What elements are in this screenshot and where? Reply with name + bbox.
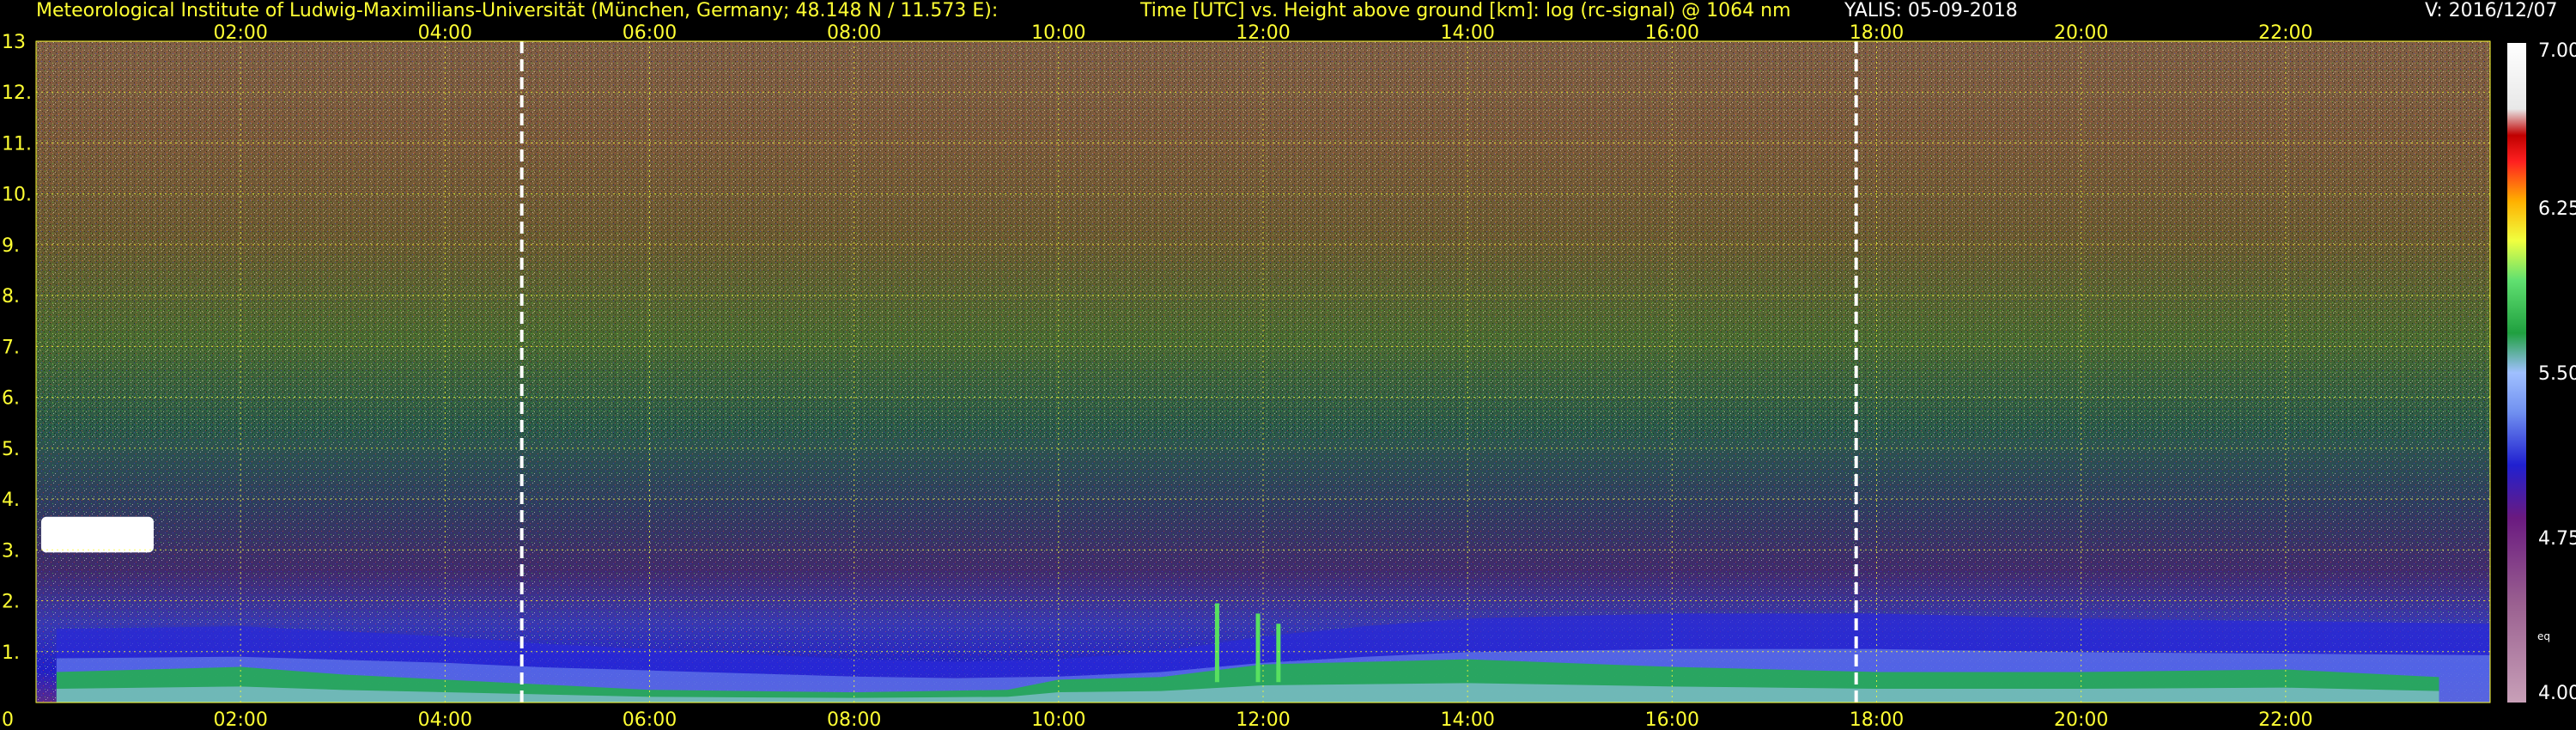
lidar-quicklook-chart: 02:00 02:00 04:00 04:00 06:00 06:00 08:00 08:00… bbox=[2, 22, 2576, 730]
y-tick-label: 2. bbox=[2, 592, 20, 613]
x-tick-label-bottom: 14:00 bbox=[1440, 709, 1494, 730]
colorbar-label: 4.00 bbox=[2538, 683, 2576, 704]
x-tick-label-top: 08:00 bbox=[827, 22, 881, 44]
software-version: V: 2016/12/07 bbox=[2425, 0, 2558, 21]
y-tick-label: 7. bbox=[2, 337, 20, 358]
y-tick-label: 8. bbox=[2, 286, 20, 307]
x-tick-label-top: 10:00 bbox=[1031, 22, 1085, 44]
station-date: YALIS: 05-09-2018 bbox=[1844, 0, 2018, 21]
colorbar bbox=[2507, 43, 2526, 703]
x-tick-label-top: 12:00 bbox=[1236, 22, 1290, 44]
x-tick-label-top: 18:00 bbox=[1850, 22, 1904, 44]
y-tick-label: 9. bbox=[2, 235, 20, 257]
y-tick-label: 1. bbox=[2, 642, 20, 664]
x-tick-label-bottom: 12:00 bbox=[1236, 709, 1290, 730]
institute-caption: Meteorological Institute of Ludwig-Maxim… bbox=[36, 0, 999, 21]
y-tick-label: 4. bbox=[2, 490, 20, 511]
colorbar-label: 4.75 bbox=[2538, 528, 2576, 550]
x-tick-label-top: 22:00 bbox=[2258, 22, 2312, 44]
y-tick-label: 6. bbox=[2, 388, 20, 410]
x-tick-label-bottom: 06:00 bbox=[623, 709, 677, 730]
colorbar-label: 5.50 bbox=[2538, 363, 2576, 385]
cloud-feature-0 bbox=[40, 516, 154, 553]
y-tick-label: 5. bbox=[2, 439, 20, 460]
y-tick-label: 10. bbox=[2, 185, 32, 206]
x-tick-label-bottom: 22:00 bbox=[2258, 709, 2312, 730]
x-tick-label-top: 16:00 bbox=[1645, 22, 1699, 44]
x-tick-label-top: 20:00 bbox=[2054, 22, 2108, 44]
x-tick-label-top: 14:00 bbox=[1440, 22, 1494, 44]
x-tick-label-top: 04:00 bbox=[418, 22, 472, 44]
colorbar-label: 6.25 bbox=[2538, 198, 2576, 220]
colorbar-label: 7.00 bbox=[2538, 40, 2576, 62]
y-tick-label: 11. bbox=[2, 133, 32, 155]
y-tick-label: 0 bbox=[2, 709, 14, 730]
x-tick-label-bottom: 18:00 bbox=[1850, 709, 1904, 730]
signal-noise-dark bbox=[36, 41, 2490, 438]
x-tick-label-top: 06:00 bbox=[623, 22, 677, 44]
x-tick-label-bottom: 04:00 bbox=[418, 709, 472, 730]
colorbar-note: eq bbox=[2537, 630, 2550, 642]
x-tick-label-bottom: 20:00 bbox=[2054, 709, 2108, 730]
x-tick-label-top: 02:00 bbox=[213, 22, 267, 44]
x-tick-label-bottom: 02:00 bbox=[213, 709, 267, 730]
y-tick-label: 13 bbox=[2, 32, 26, 53]
y-tick-label: 12. bbox=[2, 82, 32, 104]
chart-title: Time [UTC] vs. Height above ground [km]:… bbox=[1140, 0, 1791, 21]
x-tick-label-bottom: 16:00 bbox=[1645, 709, 1699, 730]
x-tick-label-bottom: 10:00 bbox=[1031, 709, 1085, 730]
x-tick-label-bottom: 08:00 bbox=[827, 709, 881, 730]
y-tick-label: 3. bbox=[2, 540, 20, 562]
